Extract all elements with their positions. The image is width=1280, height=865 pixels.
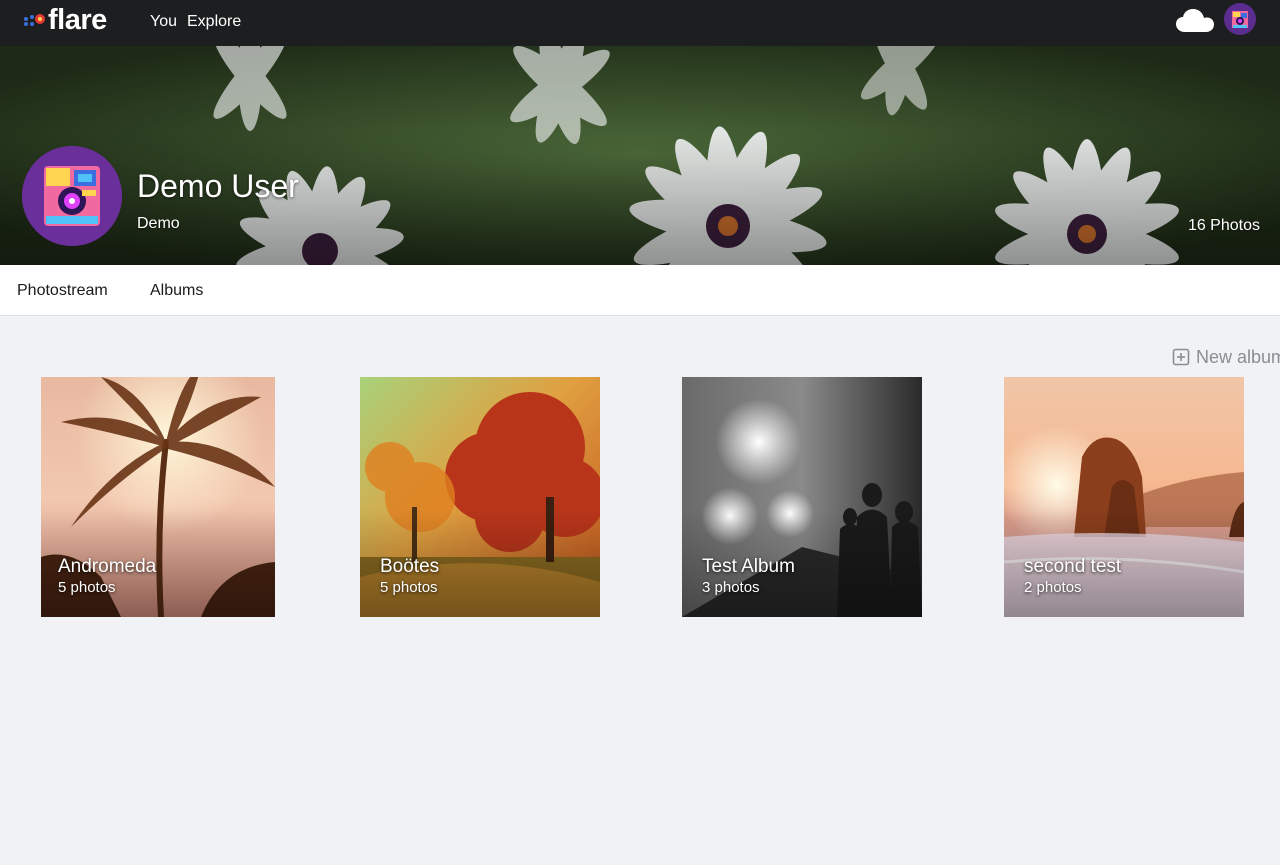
profile-handle: Demo xyxy=(137,215,180,232)
album-photo-count: 2 photos xyxy=(1024,579,1082,596)
tab-photostream[interactable]: Photostream xyxy=(17,281,108,301)
album-title: Test Album xyxy=(702,556,795,577)
logo-mark-icon xyxy=(22,12,46,28)
album-title: Andromeda xyxy=(58,556,157,577)
album-photo-count: 5 photos xyxy=(58,579,116,596)
album-card[interactable]: Boötes 5 photos xyxy=(360,377,600,617)
profile-avatar xyxy=(22,146,122,246)
photo-count: 16 Photos xyxy=(1187,217,1260,234)
new-album-button[interactable]: New album xyxy=(1172,346,1280,368)
tab-albums[interactable]: Albums xyxy=(150,281,203,301)
top-bar: flare You Explore xyxy=(0,0,1280,46)
album-title: second test xyxy=(1024,556,1122,577)
nav-you[interactable]: You xyxy=(150,12,177,32)
album-photo-count: 3 photos xyxy=(702,579,760,596)
profile-name: Demo User xyxy=(137,168,299,204)
logo-text: flare xyxy=(48,4,107,36)
new-album-label: New album xyxy=(1196,347,1280,367)
flare-logo[interactable]: flare xyxy=(22,5,107,35)
album-photo-count: 5 photos xyxy=(380,579,438,596)
plus-square-icon xyxy=(1172,348,1190,366)
album-card[interactable]: second test 2 photos xyxy=(1004,377,1244,617)
album-title: Boötes xyxy=(380,556,440,577)
profile-tabs: Photostream Albums xyxy=(0,265,1280,316)
nav-explore[interactable]: Explore xyxy=(187,12,241,32)
album-card[interactable]: Test Album 3 photos xyxy=(682,377,922,617)
album-card[interactable]: Andromeda 5 photos xyxy=(41,377,275,617)
cloud-upload-icon[interactable] xyxy=(1175,5,1215,37)
user-avatar[interactable] xyxy=(1224,3,1256,35)
profile-cover: Demo User Demo 16 Photos xyxy=(0,46,1280,265)
